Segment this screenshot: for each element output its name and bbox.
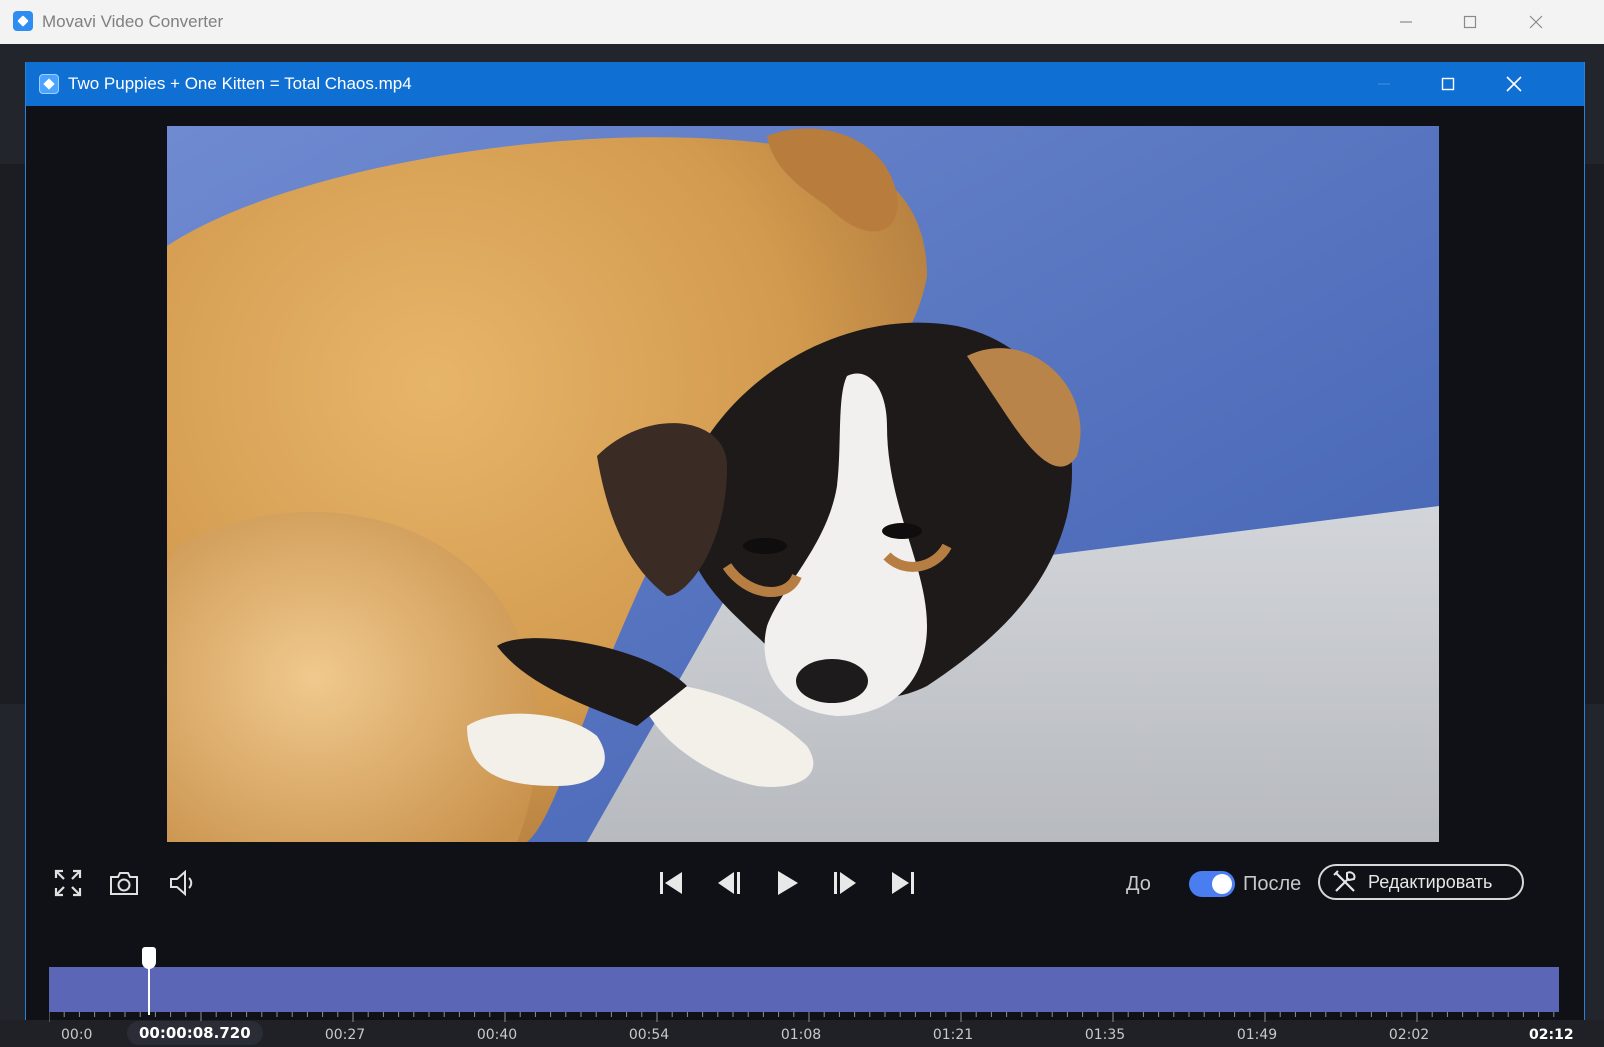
before-after-toggle[interactable] [1189, 871, 1235, 897]
close-button[interactable] [1508, 0, 1564, 44]
timeline-track[interactable] [49, 967, 1559, 1012]
current-time-display: 00:00:08.720 [127, 1021, 263, 1045]
fullscreen-icon [54, 869, 82, 897]
video-preview[interactable] [167, 126, 1439, 842]
prev-frame-button[interactable] [709, 857, 749, 909]
next-frame-icon [834, 872, 856, 894]
player-window: Two Puppies + One Kitten = Total Chaos.m… [25, 62, 1585, 1045]
prev-frame-icon [718, 872, 740, 894]
edit-button[interactable]: Редактировать [1318, 864, 1524, 900]
volume-button[interactable] [162, 857, 202, 909]
skip-end-button[interactable] [883, 857, 923, 909]
minimize-button[interactable] [1378, 0, 1434, 44]
main-titlebar: Movavi Video Converter [0, 0, 1604, 45]
playhead-handle[interactable] [141, 947, 156, 969]
tick-label: 00:40 [476, 1027, 518, 1043]
tick-label: 02:02 [1388, 1027, 1430, 1043]
snapshot-button[interactable] [104, 857, 144, 909]
timeline[interactable]: 00:0 00:27 00:40 00:54 01:08 01:21 01:35… [49, 905, 1574, 1045]
maximize-button[interactable] [1442, 0, 1498, 44]
skip-start-icon [660, 872, 682, 894]
video-frame-image [167, 126, 1439, 842]
fullscreen-button[interactable] [48, 857, 88, 909]
edit-button-label: Редактировать [1368, 871, 1493, 892]
next-frame-button[interactable] [825, 857, 865, 909]
play-button[interactable] [767, 857, 807, 909]
main-window-title: Movavi Video Converter [42, 12, 224, 31]
before-label: До [1126, 873, 1151, 895]
player-window-title: Two Puppies + One Kitten = Total Chaos.m… [68, 74, 412, 93]
tools-icon [1333, 870, 1356, 892]
tick-label: 01:21 [932, 1027, 974, 1043]
timeline-end-label: 02:12 [1529, 1027, 1574, 1043]
app-logo-icon [13, 11, 33, 31]
maximize-icon [1441, 77, 1455, 91]
play-icon [778, 871, 798, 895]
close-icon [1506, 76, 1522, 92]
minimize-icon [1400, 21, 1412, 23]
player-controls: До После Редактировать [26, 857, 1584, 909]
timeline-start-label: 00:0 [61, 1027, 93, 1043]
player-minimize-button[interactable] [1354, 62, 1414, 106]
camera-icon [110, 872, 138, 895]
timeline-ticks [49, 1012, 1555, 1022]
timeline-time-labels: 00:0 00:27 00:40 00:54 01:08 01:21 01:35… [49, 1027, 1574, 1047]
player-logo-icon [39, 74, 59, 94]
tick-label: 01:49 [1236, 1027, 1278, 1043]
player-close-button[interactable] [1484, 62, 1544, 106]
after-label: После [1243, 873, 1302, 895]
tick-label: 00:54 [628, 1027, 670, 1043]
tick-label: 01:08 [780, 1027, 822, 1043]
close-icon [1529, 15, 1543, 29]
player-titlebar: Two Puppies + One Kitten = Total Chaos.m… [26, 62, 1584, 106]
tick-label: 00:27 [324, 1027, 366, 1043]
tick-label: 01:35 [1084, 1027, 1126, 1043]
maximize-icon [1463, 15, 1477, 29]
minimize-icon [1378, 83, 1390, 85]
skip-end-icon [892, 872, 914, 894]
player-maximize-button[interactable] [1418, 62, 1478, 106]
skip-start-button[interactable] [651, 857, 691, 909]
volume-icon [170, 869, 193, 897]
